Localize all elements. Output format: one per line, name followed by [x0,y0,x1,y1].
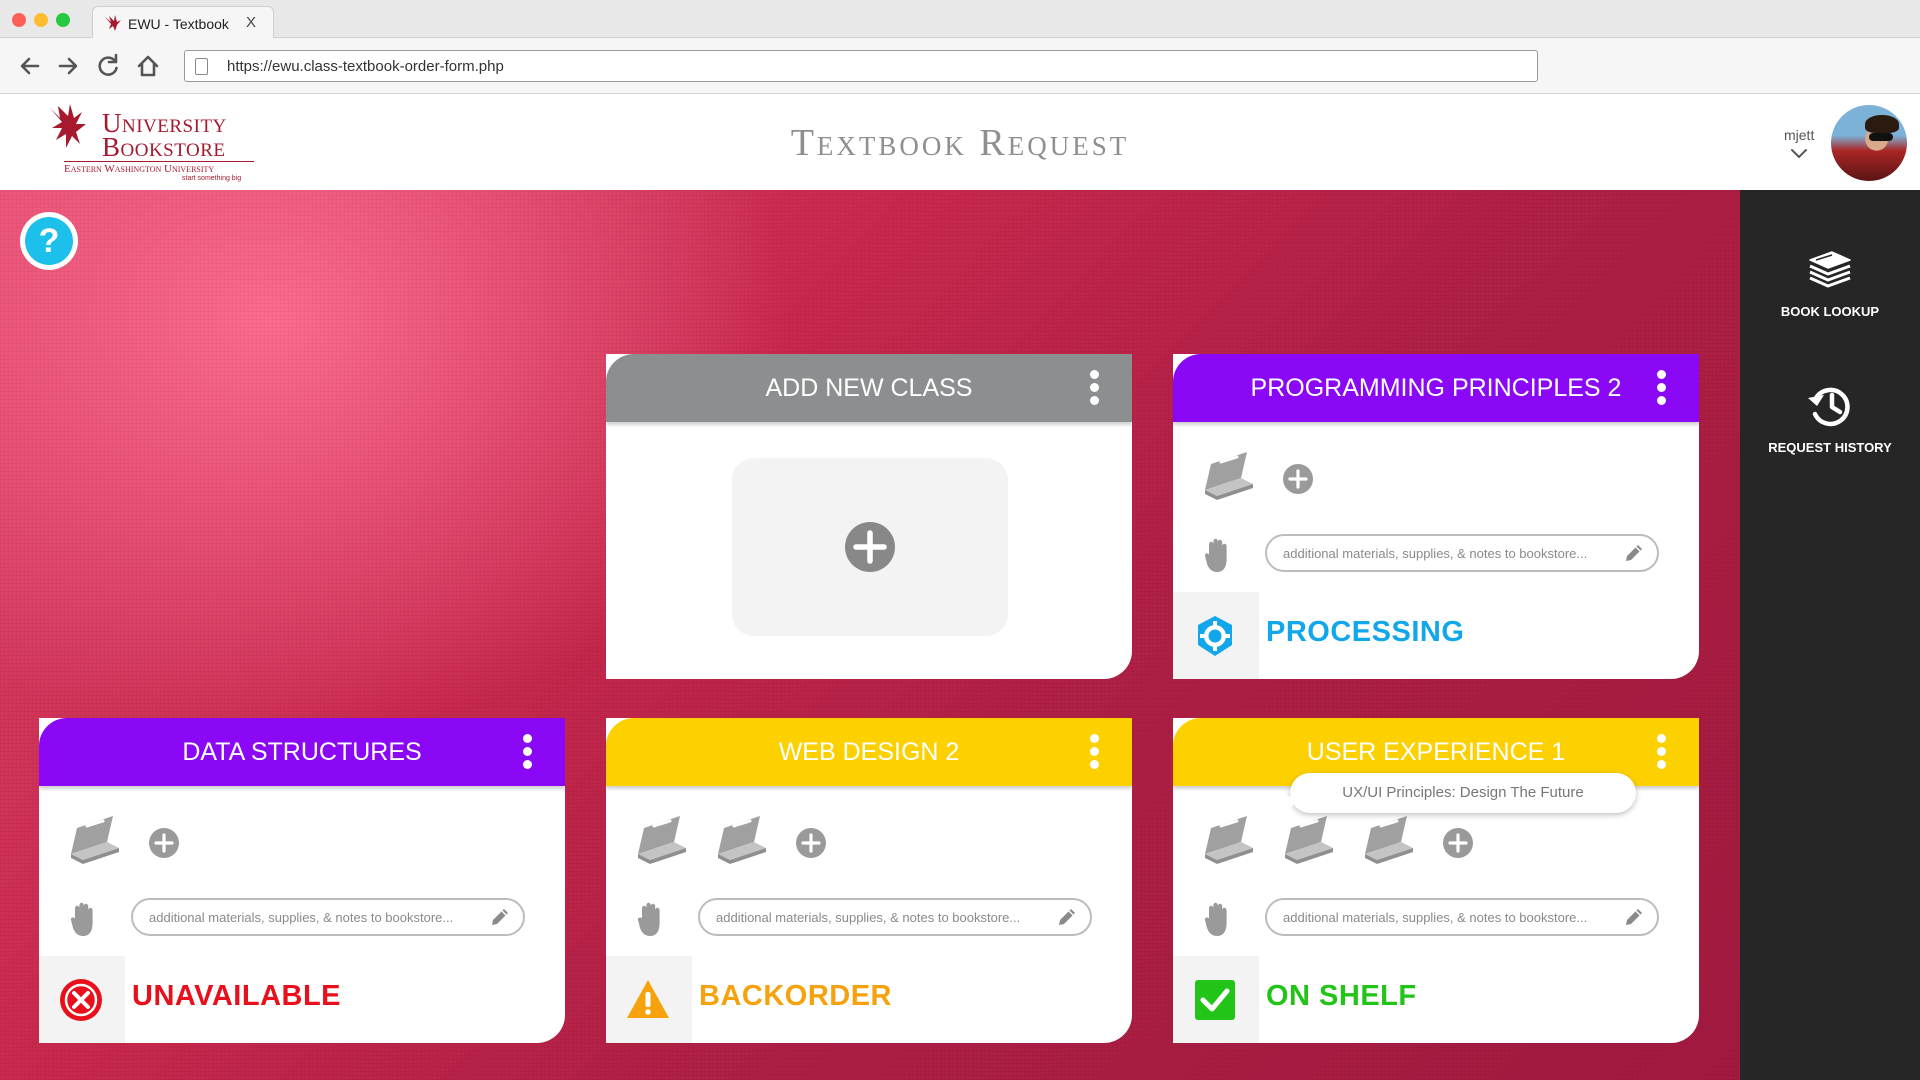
pencil-icon[interactable] [489,906,511,928]
class-card-data-structures: DATA STRUCTURES UNAVAILABLE [39,718,565,1043]
add-book-button[interactable] [1281,462,1315,496]
tab-close-icon[interactable]: X [246,14,256,31]
book-icon[interactable] [710,808,774,868]
card-header: WEB DESIGN 2 [606,718,1132,786]
url-text[interactable]: https://ewu.class-textbook-order-form.ph… [227,58,504,75]
book-icon[interactable] [1197,444,1261,504]
book-icon[interactable] [1197,808,1261,868]
window-close-button[interactable] [12,13,26,27]
page-icon [195,58,208,75]
card-header: DATA STRUCTURES [39,718,565,786]
sidebar-label-request-history: REQUEST HISTORY [1768,440,1892,455]
status-label: UNAVAILABLE [132,980,342,1012]
book-icon[interactable] [1357,808,1421,868]
add-class-button[interactable] [732,458,1008,636]
url-bar[interactable]: https://ewu.class-textbook-order-form.ph… [184,50,1538,82]
status-icon-block [1173,956,1259,1043]
forward-arrow-icon[interactable] [54,52,82,80]
warning-icon [624,976,672,1024]
class-card-programming-principles-2: PROGRAMMING PRINCIPLES 2 PROCESSING [1173,354,1699,679]
window-minimize-button[interactable] [34,13,48,27]
reload-icon[interactable] [94,52,122,80]
avatar-hair [1865,115,1899,133]
add-book-button[interactable] [794,826,828,860]
card-title: PROGRAMMING PRINCIPLES 2 [1250,374,1622,402]
add-book-button[interactable] [1441,826,1475,860]
gear-icon [1191,612,1239,660]
more-vertical-icon[interactable] [521,734,533,770]
eagle-favicon-icon [105,15,121,31]
avatar-glasses [1869,133,1893,141]
class-card-user-experience-1: USER EXPERIENCE 1 ON SHELF [1173,718,1699,1043]
hand-icon [636,900,666,938]
app: EWU - Textbook X https://ewu.class-textb… [0,0,1920,1080]
sidebar-item-request-history[interactable]: REQUEST HISTORY [1740,380,1920,490]
status-icon-block [606,956,692,1043]
pencil-icon[interactable] [1056,906,1078,928]
add-new-class-card[interactable]: ADD NEW CLASS [606,354,1132,679]
chevron-down-icon[interactable] [1790,147,1808,159]
status-icon-block [1173,592,1259,679]
more-vertical-icon[interactable] [1655,370,1667,406]
help-button[interactable]: ? [20,212,78,270]
browser-tab[interactable]: EWU - Textbook X [92,6,274,39]
card-title: ADD NEW CLASS [765,374,973,402]
card-header: PROGRAMMING PRINCIPLES 2 [1173,354,1699,422]
more-vertical-icon[interactable] [1655,734,1667,770]
user-name[interactable]: mjett [1784,127,1814,143]
avatar[interactable] [1831,105,1907,181]
notes-input[interactable] [698,898,1092,936]
tooltip-tail [1258,794,1298,820]
right-sidebar: BOOK LOOKUP REQUEST HISTORY [1740,190,1920,1080]
more-vertical-icon[interactable] [1088,370,1100,406]
page-header: University Bookstore Eastern Washington … [0,95,1920,190]
status-icon-block [39,956,125,1043]
pencil-icon[interactable] [1623,542,1645,564]
book-title-tooltip: UX/UI Principles: Design The Future [1290,773,1636,813]
class-card-web-design-2: WEB DESIGN 2 BACKORDER [606,718,1132,1043]
notes-input[interactable] [1265,534,1659,572]
sidebar-label-book-lookup: BOOK LOOKUP [1780,304,1880,319]
page-title: Textbook Request [790,122,1130,164]
checkbox-icon [1191,976,1239,1024]
book-stack-icon [1809,251,1851,288]
history-icon [1808,387,1850,427]
browser-tab-bar: EWU - Textbook X [0,0,1920,39]
card-title: DATA STRUCTURES [182,738,422,766]
logo-tagline: start something big [182,175,242,182]
status-label: PROCESSING [1266,616,1465,648]
hand-icon [1203,536,1233,574]
question-mark-icon: ? [25,217,73,265]
book-icon[interactable] [630,808,694,868]
notes-input[interactable] [1265,898,1659,936]
back-arrow-icon[interactable] [16,52,44,80]
add-book-button[interactable] [147,826,181,860]
pencil-icon[interactable] [1623,906,1645,928]
plus-circle-icon [845,522,895,572]
book-icon[interactable] [63,808,127,868]
status-label: BACKORDER [699,980,892,1012]
card-title: WEB DESIGN 2 [778,738,960,766]
status-label: ON SHELF [1266,980,1417,1012]
card-title: USER EXPERIENCE 1 [1306,738,1566,766]
window-maximize-button[interactable] [56,13,70,27]
x-circle-icon [57,976,105,1024]
browser-nav-bar: https://ewu.class-textbook-order-form.ph… [0,38,1920,94]
hand-icon [69,900,99,938]
more-vertical-icon[interactable] [1088,734,1100,770]
card-header: ADD NEW CLASS [606,354,1132,422]
sidebar-item-book-lookup[interactable]: BOOK LOOKUP [1740,246,1920,356]
hand-icon [1203,900,1233,938]
notes-input[interactable] [131,898,525,936]
home-icon[interactable] [134,52,162,80]
tab-title: EWU - Textbook [128,16,229,32]
